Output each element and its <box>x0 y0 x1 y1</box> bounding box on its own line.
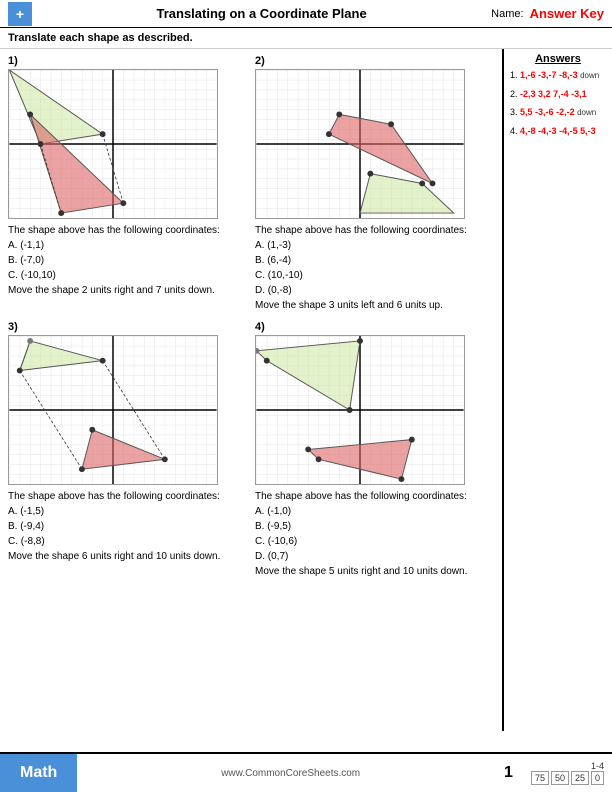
score-75: 75 <box>531 771 549 785</box>
answer-key-label: Answer Key <box>530 6 604 21</box>
problem-1-text: The shape above has the following coordi… <box>8 223 247 298</box>
answers-sidebar: Answers 1. 1,-6 -3,-7 -8,-3 down 2. -2,3… <box>502 49 612 731</box>
score-25: 25 <box>571 771 589 785</box>
main-content: 1) <box>0 49 612 731</box>
problem-1-number: 1) <box>8 55 247 67</box>
instructions: Translate each shape as described. <box>0 28 612 49</box>
footer-right: 1-4 75 50 25 0 <box>523 761 612 785</box>
problem-2-text: The shape above has the following coordi… <box>255 223 494 313</box>
footer-math-label: Math <box>0 754 77 792</box>
problem-2-grid <box>255 69 465 219</box>
problems-area: 1) <box>0 49 502 731</box>
problem-4: 4) <box>253 319 496 581</box>
answers-title: Answers <box>510 53 606 65</box>
problem-2-number: 2) <box>255 55 494 67</box>
problem-3: 3) <box>6 319 249 581</box>
logo-icon: + <box>8 2 32 26</box>
score-0: 0 <box>591 771 604 785</box>
answer-item-4: 4. 4,-8 -4,-3 -4,-5 5,-3 <box>510 125 606 138</box>
problem-4-grid <box>255 335 465 485</box>
answer-item-1: 1. 1,-6 -3,-7 -8,-3 down <box>510 69 606 82</box>
footer: Math www.CommonCoreSheets.com 1 1-4 75 5… <box>0 752 612 792</box>
answer-item-3: 3. 5,5 -3,-6 -2,-2 down <box>510 106 606 119</box>
page-title: Translating on a Coordinate Plane <box>32 6 491 21</box>
problem-3-number: 3) <box>8 321 247 333</box>
answer-item-2: 2. -2,3 3,2 7,-4 -3,1 <box>510 88 606 101</box>
problem-3-text: The shape above has the following coordi… <box>8 489 247 564</box>
footer-range: 1-4 <box>531 761 604 771</box>
problem-2: 2) <box>253 53 496 315</box>
problems-grid: 1) <box>6 53 496 581</box>
footer-page: 1 <box>504 764 523 782</box>
name-label: Name: <box>491 8 523 20</box>
problem-4-number: 4) <box>255 321 494 333</box>
problem-4-text: The shape above has the following coordi… <box>255 489 494 579</box>
problem-1: 1) <box>6 53 249 315</box>
header: + Translating on a Coordinate Plane Name… <box>0 0 612 28</box>
problem-1-grid <box>8 69 218 219</box>
problem-3-grid <box>8 335 218 485</box>
footer-url: www.CommonCoreSheets.com <box>77 768 504 779</box>
score-50: 50 <box>551 771 569 785</box>
footer-scores: 75 50 25 0 <box>531 771 604 785</box>
